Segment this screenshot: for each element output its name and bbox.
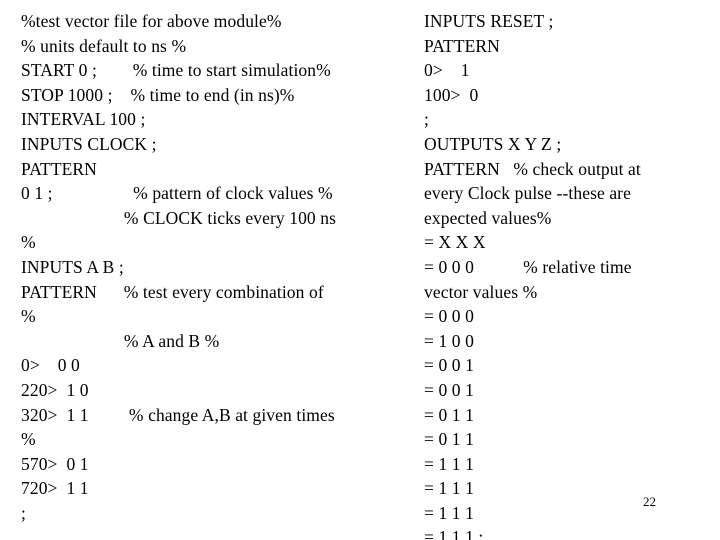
code-line: % CLOCK ticks every 100 ns [21,207,337,228]
left-code-column: %test vector file for above module% % uni… [21,9,411,525]
code-line: 100> 0 [424,84,479,105]
code-line: 320> 1 1 % change A,B at given times [21,404,335,425]
code-line: = 0 0 0 [424,306,474,327]
code-line: PATTERN [424,35,500,56]
code-line: START 0 ; % time to start simulation% [21,60,331,81]
code-line: % [21,306,36,327]
code-line: PATTERN [21,158,97,179]
code-line: every Clock pulse --these are [424,183,631,204]
right-code-column: INPUTS RESET ; PATTERN 0> 1 100> 0; OUTPUTS … [424,9,714,540]
code-line: INTERVAL 100 ; [21,109,146,130]
code-line: % [21,429,36,450]
code-line: = 1 1 1 ; [424,527,484,540]
code-line: %test vector file for above module% [21,11,282,31]
code-line: ; [21,502,26,523]
code-line: 220> 1 0 [21,379,89,400]
slide-canvas: %test vector file for above module% % uni… [0,0,720,540]
code-line: = 0 0 1 [424,379,474,400]
code-line: = 1 1 1 [424,478,474,499]
code-line: vector values % [424,281,538,302]
code-line: INPUTS A B ; [21,256,124,277]
code-line: % units default to ns % [21,35,187,56]
code-line: 720> 1 1 [21,478,89,499]
code-line: ; [424,109,429,130]
code-line: STOP 1000 ; % time to end (in ns)% [21,84,295,105]
code-line: = 0 0 0 % relative time [424,256,632,277]
code-line: PATTERN % test every combination of [21,281,324,302]
code-line: % A and B % [21,330,220,351]
code-line: % [21,232,36,253]
code-line: OUTPUTS X Y Z ; [424,133,562,154]
code-line: = 0 0 1 [424,355,474,376]
code-line: 0 1 ; % pattern of clock values % [21,183,333,204]
code-line: = 0 1 1 [424,404,474,425]
code-line: PATTERN % check output at [424,158,641,179]
code-line: = 1 1 1 [424,453,474,474]
code-line: 570> 0 1 [21,453,89,474]
code-line: 0> 1 [424,60,470,81]
code-line: = X X X [424,232,486,253]
page-number: 22 [643,494,656,509]
code-line: = 1 1 1 [424,502,474,523]
code-line: INPUTS CLOCK ; [21,133,157,154]
code-line: 0> 0 0 [21,355,80,376]
code-line: = 0 1 1 [424,429,474,450]
code-line: = 1 0 0 [424,330,474,351]
code-line: expected values% [424,207,552,228]
code-line: INPUTS RESET ; [424,11,554,31]
